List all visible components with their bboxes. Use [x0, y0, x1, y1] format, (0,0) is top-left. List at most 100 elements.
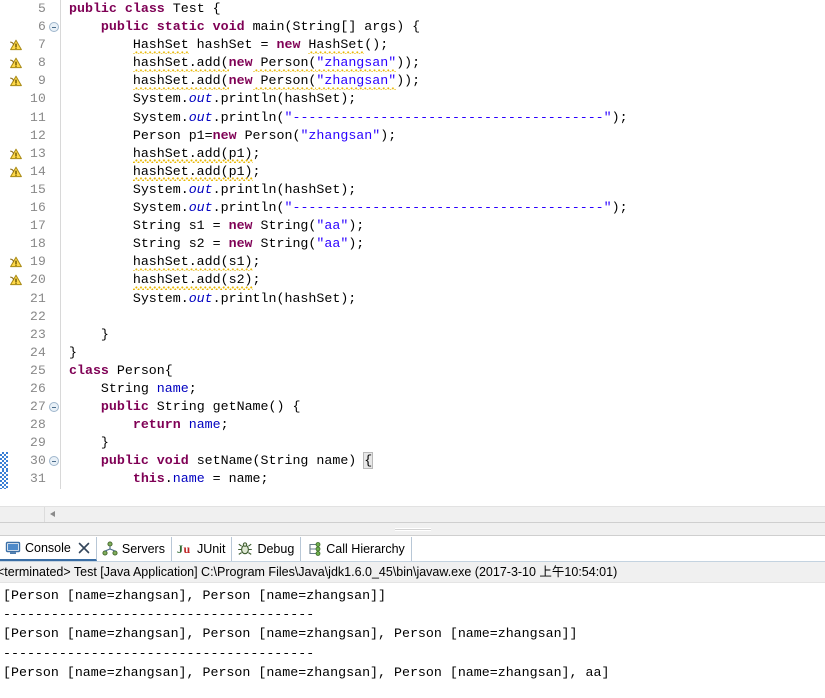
code-line[interactable]: 10 System.out.println(hashSet); [0, 90, 825, 109]
console-output[interactable]: [Person [name=zhangsan], Person [name=zh… [0, 583, 825, 682]
code-line[interactable]: 19 hashSet.add(s1); [0, 253, 825, 272]
code-line[interactable]: 18 String s2 = new String("aa"); [0, 235, 825, 254]
code-text[interactable]: hashSet.add(p1); [63, 144, 825, 163]
editor-horizontal-scrollbar[interactable] [0, 506, 825, 522]
code-line[interactable]: 29 } [0, 434, 825, 453]
warning-marker[interactable] [8, 253, 24, 272]
annotation-gutter-cell [8, 199, 24, 218]
code-text[interactable]: } [63, 434, 825, 452]
fold-collapse-toggle[interactable] [48, 18, 60, 36]
code-line[interactable]: 28 return name; [0, 416, 825, 435]
code-line[interactable]: 25 class Person{ [0, 361, 825, 380]
fold-collapse-toggle[interactable] [48, 398, 60, 416]
change-bar-empty [0, 54, 8, 72]
tab-call-hierarchy[interactable]: Call Hierarchy [301, 537, 412, 561]
code-text[interactable]: public class Test { [63, 0, 825, 18]
tab-junit[interactable]: Ju JUnit [172, 537, 233, 561]
junit-icon: Ju [177, 541, 193, 557]
code-token: String s1 = [69, 218, 229, 234]
warning-marker[interactable] [8, 72, 24, 91]
code-text[interactable] [63, 308, 825, 326]
fold-collapse-toggle[interactable] [48, 452, 60, 470]
tab-servers[interactable]: Servers [97, 537, 172, 561]
code-line[interactable]: 31 this.name = name; [0, 470, 825, 489]
code-text[interactable]: public String getName() { [63, 398, 825, 416]
code-text[interactable]: hashSet.add(s2); [63, 271, 825, 290]
code-line[interactable]: 16 System.out.println("-----------------… [0, 199, 825, 218]
scroll-left-arrow-icon[interactable] [45, 507, 61, 522]
code-text[interactable]: } [63, 344, 825, 362]
code-line[interactable]: 21 System.out.println(hashSet); [0, 289, 825, 308]
code-line[interactable]: 20 hashSet.add(s2); [0, 271, 825, 290]
fold-gutter-cell [48, 145, 60, 163]
code-lines-container[interactable]: 5 public class Test {6 public static void… [0, 0, 825, 489]
code-text[interactable]: HashSet hashSet = new HashSet(); [63, 36, 825, 55]
change-bar-empty [0, 290, 8, 308]
java-editor[interactable]: 5 public class Test {6 public static void… [0, 0, 825, 522]
fold-gutter-cell [48, 470, 60, 488]
code-line[interactable]: 24} [0, 343, 825, 362]
line-number: 23 [29, 326, 46, 342]
code-text[interactable]: System.out.println(hashSet); [63, 181, 825, 199]
code-text[interactable]: this.name = name; [63, 470, 825, 488]
code-text[interactable]: } [63, 326, 825, 344]
code-text[interactable]: hashSet.add(p1); [63, 162, 825, 181]
fold-gutter-cell [48, 90, 60, 108]
code-token: HashSet [308, 36, 365, 55]
code-text[interactable]: String s1 = new String("aa"); [63, 217, 825, 235]
code-line[interactable]: 22 [0, 307, 825, 326]
tab-console[interactable]: Console [0, 537, 97, 561]
code-line[interactable]: 11 System.out.println("-----------------… [0, 108, 825, 127]
code-line[interactable]: 30 public void setName(String name) { [0, 452, 825, 471]
code-text[interactable]: System.out.println("--------------------… [63, 109, 825, 127]
code-text[interactable]: System.out.println("--------------------… [63, 199, 825, 217]
tab-debug[interactable]: Debug [232, 537, 302, 561]
code-line[interactable]: 8 hashSet.add(new Person("zhangsan")); [0, 54, 825, 73]
code-token: static [156, 19, 205, 35]
code-text[interactable]: hashSet.add(new Person("zhangsan")); [63, 72, 825, 91]
code-line[interactable]: 5 public class Test { [0, 0, 825, 19]
code-line[interactable]: 9 hashSet.add(new Person("zhangsan")); [0, 72, 825, 91]
code-line[interactable]: 12 Person p1=new Person("zhangsan"); [0, 126, 825, 145]
code-text[interactable]: public void setName(String name) { [63, 452, 825, 470]
line-number: 25 [29, 362, 46, 378]
code-text[interactable]: String s2 = new String("aa"); [63, 235, 825, 253]
code-token: Person( [252, 54, 317, 73]
code-token: void [212, 19, 245, 35]
code-text[interactable]: System.out.println(hashSet); [63, 90, 825, 108]
code-token: Person{ [108, 362, 173, 378]
code-line[interactable]: 17 String s1 = new String("aa"); [0, 217, 825, 236]
warning-marker[interactable] [8, 271, 24, 290]
code-text[interactable]: Person p1=new Person("zhangsan"); [63, 127, 825, 145]
svg-text:u: u [183, 542, 190, 556]
line-number: 19 [29, 254, 46, 270]
code-line[interactable]: 13 hashSet.add(p1); [0, 144, 825, 163]
close-icon[interactable] [78, 542, 90, 554]
code-line[interactable]: 26 String name; [0, 379, 825, 399]
code-line[interactable]: 14 hashSet.add(p1); [0, 162, 825, 181]
code-token: { [363, 452, 374, 470]
warning-marker[interactable] [8, 162, 24, 181]
code-text[interactable]: hashSet.add(new Person("zhangsan")); [63, 54, 825, 73]
code-text[interactable]: class Person{ [63, 362, 825, 380]
line-number: 9 [37, 73, 46, 89]
code-line[interactable]: 7 HashSet hashSet = new HashSet(); [0, 36, 825, 55]
code-text[interactable]: return name; [63, 416, 825, 434]
code-token: System. [69, 181, 189, 197]
code-line[interactable]: 27 public String getName() { [0, 398, 825, 417]
code-text[interactable]: hashSet.add(s1); [63, 253, 825, 272]
warning-marker[interactable] [8, 54, 24, 73]
panel-sash-divider[interactable] [0, 522, 825, 536]
code-text[interactable]: System.out.println(hashSet); [63, 290, 825, 308]
warning-marker[interactable] [8, 36, 24, 55]
code-line[interactable]: 23 } [0, 325, 825, 344]
change-bar-marker [0, 470, 8, 489]
warning-marker[interactable] [8, 144, 24, 163]
code-text[interactable]: String name; [63, 380, 825, 398]
code-line[interactable]: 15 System.out.println(hashSet); [0, 180, 825, 200]
code-line[interactable]: 6 public static void main(String[] args)… [0, 18, 825, 37]
code-token: public [100, 399, 149, 415]
debug-icon [237, 541, 253, 557]
code-text[interactable]: public static void main(String[] args) { [63, 18, 825, 36]
